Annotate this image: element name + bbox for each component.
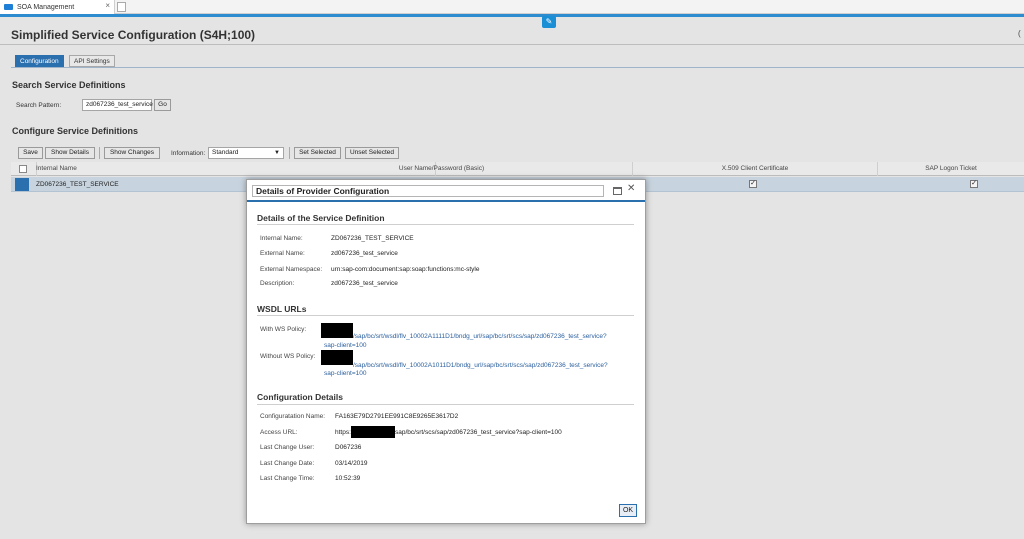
without-ws-policy-url[interactable]: /sap/bc/srt/wsdl/flv_10002A1011D1/bndg_u… [353, 361, 608, 370]
table-header: Internal Name User Name/Password (Basic)… [11, 162, 1024, 176]
sap-logon-ticket-checkbox[interactable]: ✓ [970, 180, 978, 188]
x509-checkbox[interactable]: ✓ [749, 180, 757, 188]
set-selected-button[interactable]: Set Selected [294, 147, 341, 159]
access-url-label: Access URL: [260, 429, 298, 436]
configuration-name-label: Configuratation Name: [260, 413, 326, 420]
last-change-time-label: Last Change Time: [260, 475, 315, 482]
last-change-user-label: Last Change User: [260, 444, 315, 451]
row-selector[interactable] [15, 178, 29, 191]
redaction-block [351, 426, 395, 438]
redaction-block [321, 323, 353, 338]
browser-tab-title: SOA Management [17, 3, 75, 11]
configuration-name-value: FA163E79D2791EE991C8E9265E3617D2 [335, 413, 459, 420]
search-pattern-input[interactable]: zd067236_test_service [82, 99, 153, 111]
last-change-time-value: 10:52:39 [335, 475, 361, 482]
chevron-down-icon: ▼ [274, 150, 280, 156]
external-namespace-label: External Namespace: [260, 266, 323, 273]
external-namespace-value: urn:sap-com:document:sap:soap:functions:… [331, 266, 480, 273]
show-details-button[interactable]: Show Details [45, 147, 95, 159]
with-ws-policy-url[interactable]: /sap/bc/srt/wsdl/flv_10002A1111D1/bndg_u… [353, 332, 607, 341]
page-action-icon[interactable]: ✎ [542, 16, 556, 28]
show-changes-button[interactable]: Show Changes [104, 147, 160, 159]
information-select[interactable]: Standard ▼ [208, 147, 284, 159]
maximize-icon[interactable] [613, 187, 622, 195]
page-title: Simplified Service Configuration (S4H;10… [11, 28, 256, 42]
last-change-user-value: D067236 [335, 444, 362, 451]
description-label: Description: [260, 280, 295, 287]
configuration-details-title: Configuration Details [257, 392, 343, 402]
access-url-path: sap/bc/srt/scs/sap/zd067236_test_service… [395, 429, 562, 436]
provider-config-dialog: Details of Provider Configuration ✕ Deta… [246, 179, 646, 524]
section-divider [257, 315, 634, 316]
with-ws-policy-label: With WS Policy: [260, 326, 307, 333]
access-url-prefix: https: [335, 429, 351, 436]
toolbar-separator [99, 147, 100, 159]
browser-tab-bar: SOA Management × [0, 0, 1024, 14]
column-header-basic-auth[interactable]: User Name/Password (Basic) [251, 162, 633, 176]
external-name-value: zd067236_test_service [331, 250, 398, 257]
title-divider [0, 44, 1024, 45]
last-change-date-value: 03/14/2019 [335, 460, 368, 467]
dialog-header: Details of Provider Configuration ✕ [247, 180, 645, 202]
header-overflow-icon[interactable]: ( [1018, 29, 1021, 38]
tab-close-icon[interactable]: × [105, 1, 110, 10]
service-definition-title: Details of the Service Definition [257, 213, 385, 223]
table-settings-icon[interactable] [19, 165, 27, 173]
internal-name-value: ZD067236_TEST_SERVICE [331, 235, 414, 242]
external-name-label: External Name: [260, 250, 305, 257]
tabs-divider [11, 67, 1024, 68]
tab-configuration[interactable]: Configuration [15, 55, 64, 67]
tab-api-settings[interactable]: API Settings [69, 55, 115, 67]
section-divider [257, 404, 634, 405]
new-tab-icon[interactable] [117, 2, 126, 12]
search-section-title: Search Service Definitions [12, 80, 126, 90]
without-ws-policy-label: Without WS Policy: [260, 353, 316, 360]
close-icon[interactable]: ✕ [627, 183, 635, 194]
toolbar-separator [289, 147, 290, 159]
wsdl-urls-title: WSDL URLs [257, 304, 307, 314]
description-value: zd067236_test_service [331, 280, 398, 287]
without-ws-policy-url-client[interactable]: sap-client=100 [324, 369, 366, 378]
information-label: Information: [171, 150, 206, 157]
go-button[interactable]: Go [154, 99, 171, 111]
dialog-title: Details of Provider Configuration [252, 185, 604, 197]
last-change-date-label: Last Change Date: [260, 460, 315, 467]
configure-section-title: Configure Service Definitions [12, 126, 139, 136]
column-header-sap-logon-ticket[interactable]: SAP Logon Ticket [878, 162, 1024, 176]
with-ws-policy-url-client[interactable]: sap-client=100 [324, 341, 366, 350]
row-internal-name: ZD067236_TEST_SERVICE [36, 181, 119, 188]
save-button[interactable]: Save [18, 147, 43, 159]
section-divider [257, 224, 634, 225]
internal-name-label: Internal Name: [260, 235, 303, 242]
browser-tab[interactable]: SOA Management × [0, 0, 115, 14]
ok-button[interactable]: OK [619, 504, 637, 517]
column-header-x509[interactable]: X.509 Client Certificate [633, 162, 878, 176]
unset-selected-button[interactable]: Unset Selected [345, 147, 399, 159]
search-pattern-label: Search Pattern: [16, 102, 62, 109]
sap-logo-icon [4, 4, 13, 10]
information-select-value: Standard [212, 149, 239, 156]
redaction-block [321, 350, 353, 365]
